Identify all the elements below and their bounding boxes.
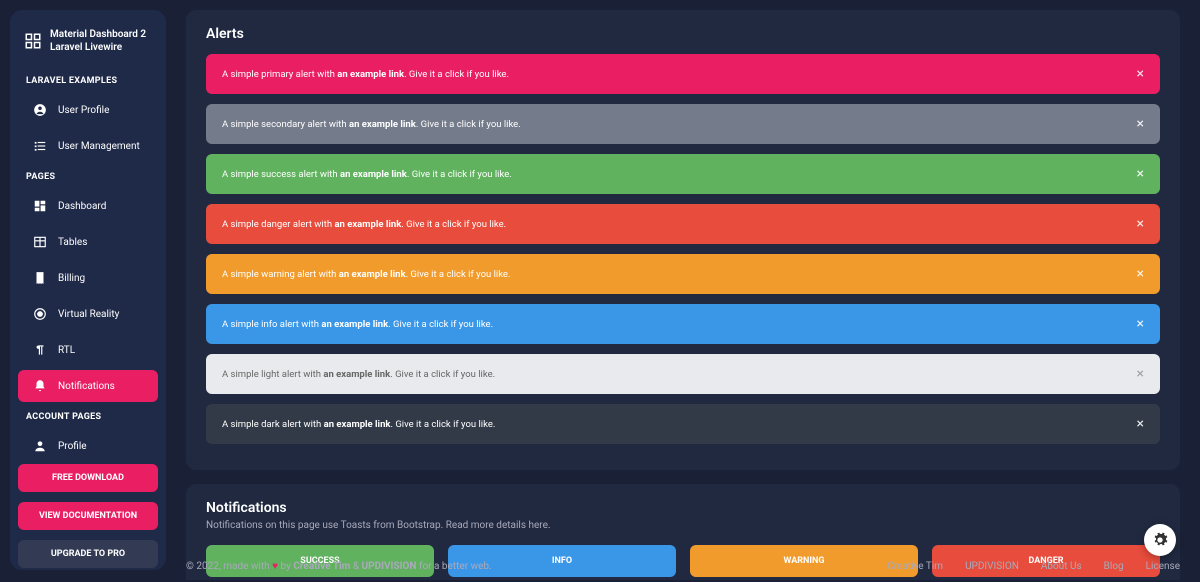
close-icon[interactable]: × xyxy=(1137,366,1144,382)
section-pages: PAGES xyxy=(10,164,166,188)
alert-text: A simple success alert with an example l… xyxy=(222,169,512,180)
nav-label: User Profile xyxy=(58,105,109,116)
alert-link[interactable]: an example link xyxy=(337,69,404,80)
alert-link[interactable]: an example link xyxy=(334,219,401,230)
nav-label: Dashboard xyxy=(58,201,106,212)
sidebar-actions: FREE DOWNLOAD VIEW DOCUMENTATION UPGRADE… xyxy=(10,464,166,582)
close-icon[interactable]: × xyxy=(1137,66,1144,82)
main-content: Alerts A simple primary alert with an ex… xyxy=(176,0,1190,580)
brand[interactable]: Material Dashboard 2Laravel Livewire xyxy=(10,22,166,68)
brand-text: Material Dashboard 2Laravel Livewire xyxy=(50,28,146,54)
gear-icon xyxy=(1152,532,1168,548)
nav-label: Tables xyxy=(58,237,87,248)
footer-link[interactable]: License xyxy=(1146,561,1180,572)
alert-text: A simple warning alert with an example l… xyxy=(222,269,510,280)
alert-dark: A simple dark alert with an example link… xyxy=(206,404,1160,444)
upgrade-pro-button[interactable]: UPGRADE TO PRO xyxy=(18,540,158,568)
sidebar-item-tables[interactable]: Tables xyxy=(18,226,158,258)
notifications-title: Notifications xyxy=(206,500,1160,516)
section-account: ACCOUNT PAGES xyxy=(10,404,166,428)
close-icon[interactable]: × xyxy=(1137,166,1144,182)
close-icon[interactable]: × xyxy=(1137,216,1144,232)
person-circle-icon xyxy=(32,102,48,118)
footer-link[interactable]: About Us xyxy=(1041,561,1082,572)
sidebar-item-profile[interactable]: Profile xyxy=(18,430,158,462)
nav-label: User Management xyxy=(58,141,140,152)
section-laravel: LARAVEL EXAMPLES xyxy=(10,68,166,92)
alert-link[interactable]: an example link xyxy=(339,269,406,280)
brand-icon xyxy=(24,32,42,50)
alert-danger: A simple danger alert with an example li… xyxy=(206,204,1160,244)
alert-text: A simple info alert with an example link… xyxy=(222,319,493,330)
person-icon xyxy=(32,438,48,454)
nav-label: Virtual Reality xyxy=(58,309,119,320)
format-icon xyxy=(32,342,48,358)
footer: © 2022, made with ♥ by Creative Tim & UP… xyxy=(186,561,1180,572)
bell-icon xyxy=(32,378,48,394)
alert-text: A simple secondary alert with an example… xyxy=(222,119,521,130)
sidebar: Material Dashboard 2Laravel Livewire LAR… xyxy=(10,10,166,570)
nav-label: Profile xyxy=(58,441,87,452)
free-download-button[interactable]: FREE DOWNLOAD xyxy=(18,464,158,492)
nav-label: Billing xyxy=(58,273,85,284)
sidebar-item-notifications[interactable]: Notifications xyxy=(18,370,158,402)
list-icon xyxy=(32,138,48,154)
nav-label: RTL xyxy=(58,345,75,356)
alert-text: A simple dark alert with an example link… xyxy=(222,419,495,430)
sidebar-item-billing[interactable]: Billing xyxy=(18,262,158,294)
alert-link[interactable]: an example link xyxy=(321,319,388,330)
alerts-title: Alerts xyxy=(206,26,1160,42)
footer-link[interactable]: UPDIVISION xyxy=(965,561,1019,572)
alert-link[interactable]: an example link xyxy=(340,169,407,180)
settings-fab[interactable] xyxy=(1144,524,1176,556)
sidebar-item-dashboard[interactable]: Dashboard xyxy=(18,190,158,222)
close-icon[interactable]: × xyxy=(1137,266,1144,282)
alert-text: A simple primary alert with an example l… xyxy=(222,69,509,80)
alert-text: A simple light alert with an example lin… xyxy=(222,369,495,380)
sidebar-item-user-profile[interactable]: User Profile xyxy=(18,94,158,126)
footer-links: Creative Tim UPDIVISION About Us Blog Li… xyxy=(887,561,1180,572)
notifications-subtitle: Notifications on this page use Toasts fr… xyxy=(206,520,1160,531)
sidebar-item-user-management[interactable]: User Management xyxy=(18,130,158,162)
close-icon[interactable]: × xyxy=(1137,116,1144,132)
alert-secondary: A simple secondary alert with an example… xyxy=(206,104,1160,144)
dashboard-icon xyxy=(32,198,48,214)
footer-link[interactable]: Creative Tim xyxy=(887,561,943,572)
alert-link[interactable]: an example link xyxy=(349,119,416,130)
alert-info: A simple info alert with an example link… xyxy=(206,304,1160,344)
close-icon[interactable]: × xyxy=(1137,416,1144,432)
receipt-icon xyxy=(32,270,48,286)
alert-warning: A simple warning alert with an example l… xyxy=(206,254,1160,294)
close-icon[interactable]: × xyxy=(1137,316,1144,332)
table-icon xyxy=(32,234,48,250)
alert-text: A simple danger alert with an example li… xyxy=(222,219,506,230)
alerts-card: Alerts A simple primary alert with an ex… xyxy=(186,10,1180,470)
nav-label: Notifications xyxy=(58,381,115,392)
alert-link[interactable]: an example link xyxy=(324,419,391,430)
alert-primary: A simple primary alert with an example l… xyxy=(206,54,1160,94)
sidebar-item-rtl[interactable]: RTL xyxy=(18,334,158,366)
sidebar-item-virtual-reality[interactable]: Virtual Reality xyxy=(18,298,158,330)
alert-success: A simple success alert with an example l… xyxy=(206,154,1160,194)
view-documentation-button[interactable]: VIEW DOCUMENTATION xyxy=(18,502,158,530)
footer-link[interactable]: Blog xyxy=(1104,561,1124,572)
vr-icon xyxy=(32,306,48,322)
alert-link[interactable]: an example link xyxy=(323,369,390,380)
footer-copyright: © 2022, made with ♥ by Creative Tim & UP… xyxy=(186,561,492,572)
alert-light: A simple light alert with an example lin… xyxy=(206,354,1160,394)
